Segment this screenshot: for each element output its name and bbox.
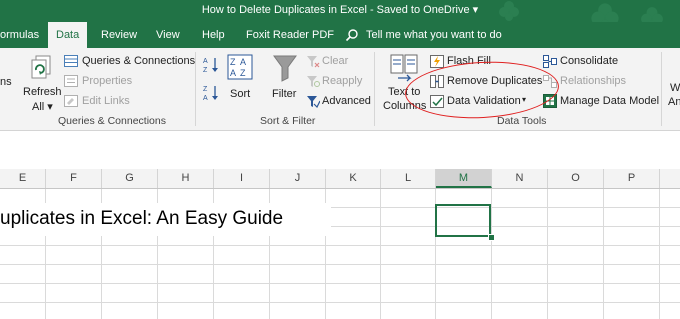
grid-line	[603, 189, 604, 319]
refresh-all-button[interactable]: Refresh All ▾	[22, 52, 62, 114]
relationships-button[interactable]: Relationships	[560, 75, 626, 87]
flash-fill-icon	[430, 55, 444, 68]
column-header-f[interactable]: F	[46, 169, 102, 188]
column-header-e[interactable]: E	[0, 169, 46, 188]
svg-text:Z: Z	[203, 67, 208, 74]
title-bar: How to Delete Duplicates in Excel - Save…	[0, 0, 680, 31]
window-title: How to Delete Duplicates in Excel - Save…	[201, 4, 479, 16]
tell-me-search[interactable]: Tell me what you want to do	[366, 22, 502, 48]
edit-links-button[interactable]: Edit Links	[82, 95, 130, 107]
formula-bar-area[interactable]	[0, 131, 680, 170]
column-header-i[interactable]: I	[214, 169, 270, 188]
group-label-queries-connections: Queries & Connections	[58, 115, 166, 127]
column-header-j[interactable]: J	[270, 169, 326, 188]
text-to-columns-icon	[390, 54, 418, 82]
column-header-n[interactable]: N	[492, 169, 548, 188]
refresh-icon	[31, 55, 51, 79]
tab-formulas[interactable]: ormulas	[0, 22, 39, 48]
advanced-button[interactable]: Advanced	[322, 95, 371, 107]
filter-label: Filter	[272, 88, 297, 100]
column-headers: E F G H I J K L M N O P	[0, 169, 680, 189]
group-separator	[374, 52, 375, 126]
sort-button[interactable]: ZA AZ Sort	[225, 52, 255, 108]
ribbon: ns Refresh All ▾ Queries & Connections P…	[0, 48, 680, 131]
consolidate-button[interactable]: Consolidate	[560, 55, 618, 67]
group-label-data-tools: Data Tools	[497, 115, 547, 127]
column-header-g[interactable]: G	[102, 169, 158, 188]
svg-text:A: A	[230, 68, 236, 78]
refresh-all-label: All ▾	[32, 101, 53, 113]
what-if-analysis-cut-label[interactable]: W	[670, 82, 680, 94]
column-header-h[interactable]: H	[158, 169, 214, 188]
ribbon-tabs: ormulas Data Review View Help Foxit Read…	[0, 22, 680, 48]
grid-line	[491, 189, 492, 319]
column-header-m[interactable]: M	[436, 169, 492, 188]
group-separator	[661, 52, 662, 126]
svg-text:Z: Z	[240, 68, 246, 78]
tab-help[interactable]: Help	[202, 22, 225, 48]
svg-text:Z: Z	[230, 57, 236, 67]
group-separator	[195, 52, 196, 126]
svg-text:Z: Z	[203, 86, 208, 93]
sheet-heading-text[interactable]: uplicates in Excel: An Easy Guide	[0, 208, 283, 230]
sort-label: Sort	[230, 88, 251, 100]
svg-text:A: A	[203, 58, 208, 65]
reapply-button[interactable]: Reapply	[322, 75, 362, 87]
column-header-o[interactable]: O	[548, 169, 604, 188]
filter-funnel-icon	[273, 55, 297, 82]
tab-data[interactable]: Data	[48, 22, 88, 48]
tab-foxit-reader-pdf[interactable]: Foxit Reader PDF	[246, 22, 334, 48]
grid-line	[547, 189, 548, 319]
reapply-icon	[307, 76, 320, 87]
tab-review[interactable]: Review	[101, 22, 137, 48]
properties-button[interactable]: Properties	[82, 75, 132, 87]
selected-cell-m[interactable]	[435, 204, 491, 237]
properties-icon	[64, 75, 78, 87]
column-header-p[interactable]: P	[604, 169, 660, 188]
column-header-q[interactable]	[660, 169, 680, 188]
column-header-l[interactable]: L	[381, 169, 436, 188]
refresh-label: Refresh	[23, 86, 62, 98]
grid-line	[380, 189, 381, 319]
tab-view[interactable]: View	[156, 22, 180, 48]
consolidate-icon	[543, 55, 557, 68]
svg-text:A: A	[203, 95, 208, 102]
group-label-sort-filter: Sort & Filter	[260, 115, 316, 127]
column-header-k[interactable]: K	[326, 169, 381, 188]
manage-data-model-button[interactable]: Manage Data Model	[560, 95, 659, 107]
fill-handle[interactable]	[488, 234, 495, 241]
clover-decoration-icon	[499, 1, 519, 21]
edit-links-icon	[64, 95, 78, 107]
svg-text:A: A	[240, 57, 246, 67]
ribbon-cut-label: ns	[0, 76, 12, 88]
clear-button[interactable]: Clear	[322, 55, 348, 67]
what-if-analysis-cut-label-2[interactable]: An	[668, 96, 680, 108]
sort-z-to-a-icon[interactable]: Z A	[203, 84, 219, 102]
queries-connections-icon	[64, 55, 78, 67]
advanced-filter-icon	[307, 96, 320, 108]
lightbulb-search-icon	[345, 29, 358, 42]
filter-button[interactable]: Filter	[270, 52, 300, 108]
queries-connections-button[interactable]: Queries & Connections	[82, 55, 195, 67]
sort-a-to-z-icon[interactable]: A Z	[203, 56, 219, 74]
grid-line	[659, 189, 660, 319]
sort-dialog-icon: ZA AZ	[227, 54, 253, 80]
clear-filter-icon	[307, 56, 320, 68]
